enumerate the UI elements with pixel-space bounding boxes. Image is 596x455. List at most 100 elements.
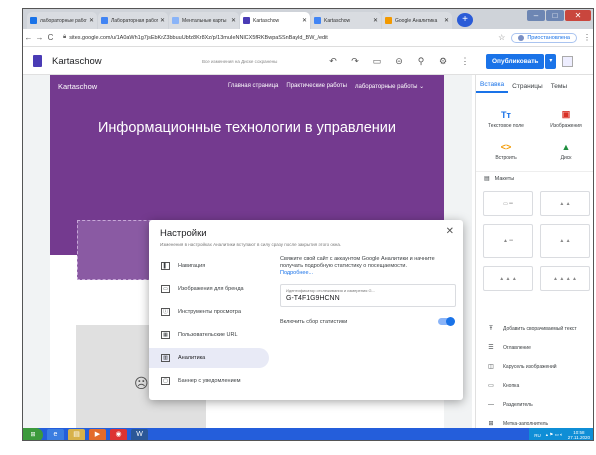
insert-list-label: Добавить сворачиваемый текст (503, 325, 577, 332)
close-icon[interactable]: ✕ (446, 226, 454, 237)
tab-label: Google Аналитика (395, 17, 438, 24)
word-taskbar-icon[interactable]: W (131, 429, 148, 440)
system-tray: RU ▴ ⚑ ▭ 🔈︎ 10:58 27.11.2020 (529, 428, 593, 440)
tab-close-icon[interactable]: ✕ (444, 17, 449, 24)
undo-icon[interactable]: ↶ (322, 56, 344, 67)
browser-window: лабораторные работ ✕ Лабораторная работ ✕ Ме… (22, 8, 594, 441)
browser-tab[interactable]: Ментальные карты ✕ (169, 12, 239, 29)
insert-list-item[interactable]: ◫ Карусель изображений (476, 357, 593, 376)
browser-tab[interactable]: Kartaschow ✕ (240, 12, 310, 29)
tab-favicon-icon (101, 17, 108, 24)
insert-list-item[interactable]: ☰ Оглавление (476, 338, 593, 357)
settings-menu-item[interactable]: ▦ Пользовательские URL (149, 325, 269, 345)
tab-label: лабораторные работ (40, 17, 87, 24)
insert-list-item[interactable]: Ŧ Добавить сворачиваемый текст (476, 319, 593, 338)
profile-button[interactable]: Приостановлена (511, 32, 577, 43)
insert-item-label: Изображения (550, 123, 582, 129)
learn-more-link[interactable]: Подробнее... (280, 270, 456, 276)
insert-list-item[interactable]: — Разделитель (476, 395, 593, 414)
insert-item[interactable]: Tт Текстовое поле (476, 103, 536, 135)
insert-list: Ŧ Добавить сворачиваемый текст ☰ Оглавление… (476, 319, 593, 433)
new-tab-button[interactable]: + (457, 13, 473, 27)
account-avatar[interactable] (562, 55, 574, 67)
close-window-button[interactable]: ✕ (565, 10, 591, 21)
back-icon[interactable]: ← (23, 33, 34, 42)
insert-item[interactable]: ▣ Изображения (536, 103, 593, 135)
settings-gear-icon[interactable]: ⚙ (432, 56, 454, 67)
maximize-button[interactable]: □ (546, 10, 564, 21)
language-indicator[interactable]: RU (534, 433, 541, 438)
publish-button[interactable]: Опубликовать (486, 53, 545, 69)
ie-taskbar-icon[interactable]: e (47, 429, 64, 440)
google-sites-icon[interactable] (33, 55, 42, 67)
forward-icon[interactable]: → (34, 33, 45, 42)
layout-thumb[interactable]: ▲ ▲ (540, 191, 590, 216)
browser-tab[interactable]: Google Аналитика ✕ (382, 12, 452, 29)
more-menu-icon[interactable]: ⋮ (583, 33, 591, 42)
broken-image-icon: ☹ (134, 375, 149, 391)
reload-icon[interactable]: C (45, 33, 56, 42)
settings-menu-item[interactable]: ⓘ Инструменты просмотра (149, 302, 269, 322)
stats-toggle[interactable] (438, 317, 455, 326)
url-input[interactable]: 🔒︎ sites.google.com/u/1A0aWh1g7jsEbKrZ3b… (60, 31, 494, 44)
link-icon[interactable]: ⊝ (388, 56, 410, 67)
preview-icon[interactable]: ▭ (366, 56, 388, 67)
site-top-nav: Kartaschow Главная страница Практические … (50, 75, 444, 97)
tray-icons[interactable]: ▴ ⚑ ▭ 🔈︎ (546, 432, 563, 438)
insert-item-icon: <> (500, 141, 512, 152)
tab-label: Ментальные карты (182, 17, 227, 24)
chrome-taskbar-icon[interactable]: ◉ (110, 429, 127, 440)
share-icon[interactable]: ⚲ (410, 56, 432, 67)
start-button[interactable]: ⊞ (23, 428, 43, 440)
browser-tab[interactable]: лабораторные работ ✕ (27, 12, 97, 29)
tab-favicon-icon (385, 17, 392, 24)
redo-icon[interactable]: ↷ (344, 56, 366, 67)
insert-item[interactable]: ▲ Диск (536, 135, 593, 167)
more-options-icon[interactable]: ⋮ (454, 56, 476, 67)
browser-tab[interactable]: Kartaschow ✕ (311, 12, 381, 29)
settings-menu-item[interactable]: ▢ Баннер с уведомлением (149, 371, 269, 391)
tab-close-icon[interactable]: ✕ (89, 17, 94, 24)
site-nav-item[interactable]: лабораторные работы ⌄ (355, 83, 424, 90)
panel-tab[interactable]: Темы (547, 83, 571, 90)
clock[interactable]: 10:58 27.11.2020 (568, 430, 590, 440)
hero-title[interactable]: Информационные технологии в управлении (50, 120, 444, 136)
layout-thumb[interactable]: ▲ ═ (483, 224, 533, 258)
layout-thumb[interactable]: ▭ ═ (483, 191, 533, 216)
tab-close-icon[interactable]: ✕ (373, 17, 378, 24)
sites-header: Kartaschow Все изменения на Диске сохран… (23, 48, 593, 75)
site-nav-item[interactable]: Главная страница (228, 83, 278, 90)
minimize-button[interactable]: – (527, 10, 545, 21)
panel-tab[interactable]: Вставка (476, 81, 509, 93)
panel-tab[interactable]: Страницы (508, 83, 547, 90)
settings-menu-label: Навигация (178, 263, 206, 269)
media-taskbar-icon[interactable]: ▶ (89, 429, 106, 440)
tab-favicon-icon (314, 17, 321, 24)
profile-label: Приостановлена (527, 34, 570, 41)
settings-menu-item[interactable]: ▭ Изображения для бренда (149, 279, 269, 299)
layout-thumb[interactable]: ▲ ▲ ▲ ▲ (540, 266, 590, 291)
tracking-id-field[interactable]: Идентификатор отслеживания и измерения G… (280, 284, 456, 307)
taskbar: ⊞ e ▤ ▶ ◉ W RU ▴ ⚑ ▭ 🔈︎ 10:58 27.11.2020 (23, 428, 593, 440)
layout-thumb[interactable]: ▲ ▲ (540, 224, 590, 258)
bookmark-star-icon[interactable]: ☆ (498, 33, 505, 42)
tracking-id-value: G-T4F1G9HCNN (286, 295, 340, 302)
site-nav-item[interactable]: Практические работы (286, 83, 347, 90)
tab-close-icon[interactable]: ✕ (231, 17, 236, 24)
explorer-taskbar-icon[interactable]: ▤ (68, 429, 85, 440)
insert-item[interactable]: <> Встроить (476, 135, 536, 167)
lock-icon: 🔒︎ (63, 34, 67, 40)
browser-tab[interactable]: Лабораторная работ ✕ (98, 12, 168, 29)
settings-menu-item[interactable]: ▥ Аналитика (149, 348, 269, 368)
layouts-header[interactable]: ▤ Макеты (476, 171, 593, 185)
publish-dropdown-icon[interactable]: ▾ (545, 53, 557, 69)
banner-icon: ▢ (161, 377, 170, 385)
tab-close-icon[interactable]: ✕ (160, 17, 165, 24)
insert-list-item[interactable]: ▭ Кнопка (476, 376, 593, 395)
layout-thumb[interactable]: ▲ ▲ ▲ (483, 266, 533, 291)
tab-close-icon[interactable]: ✕ (302, 17, 307, 24)
site-name[interactable]: Kartaschow (52, 56, 202, 67)
settings-menu-item[interactable]: ▌ Навигация (149, 256, 269, 276)
settings-menu-label: Пользовательские URL (178, 332, 238, 338)
tab-bar: лабораторные работ ✕ Лабораторная работ ✕ Ме… (23, 9, 593, 29)
